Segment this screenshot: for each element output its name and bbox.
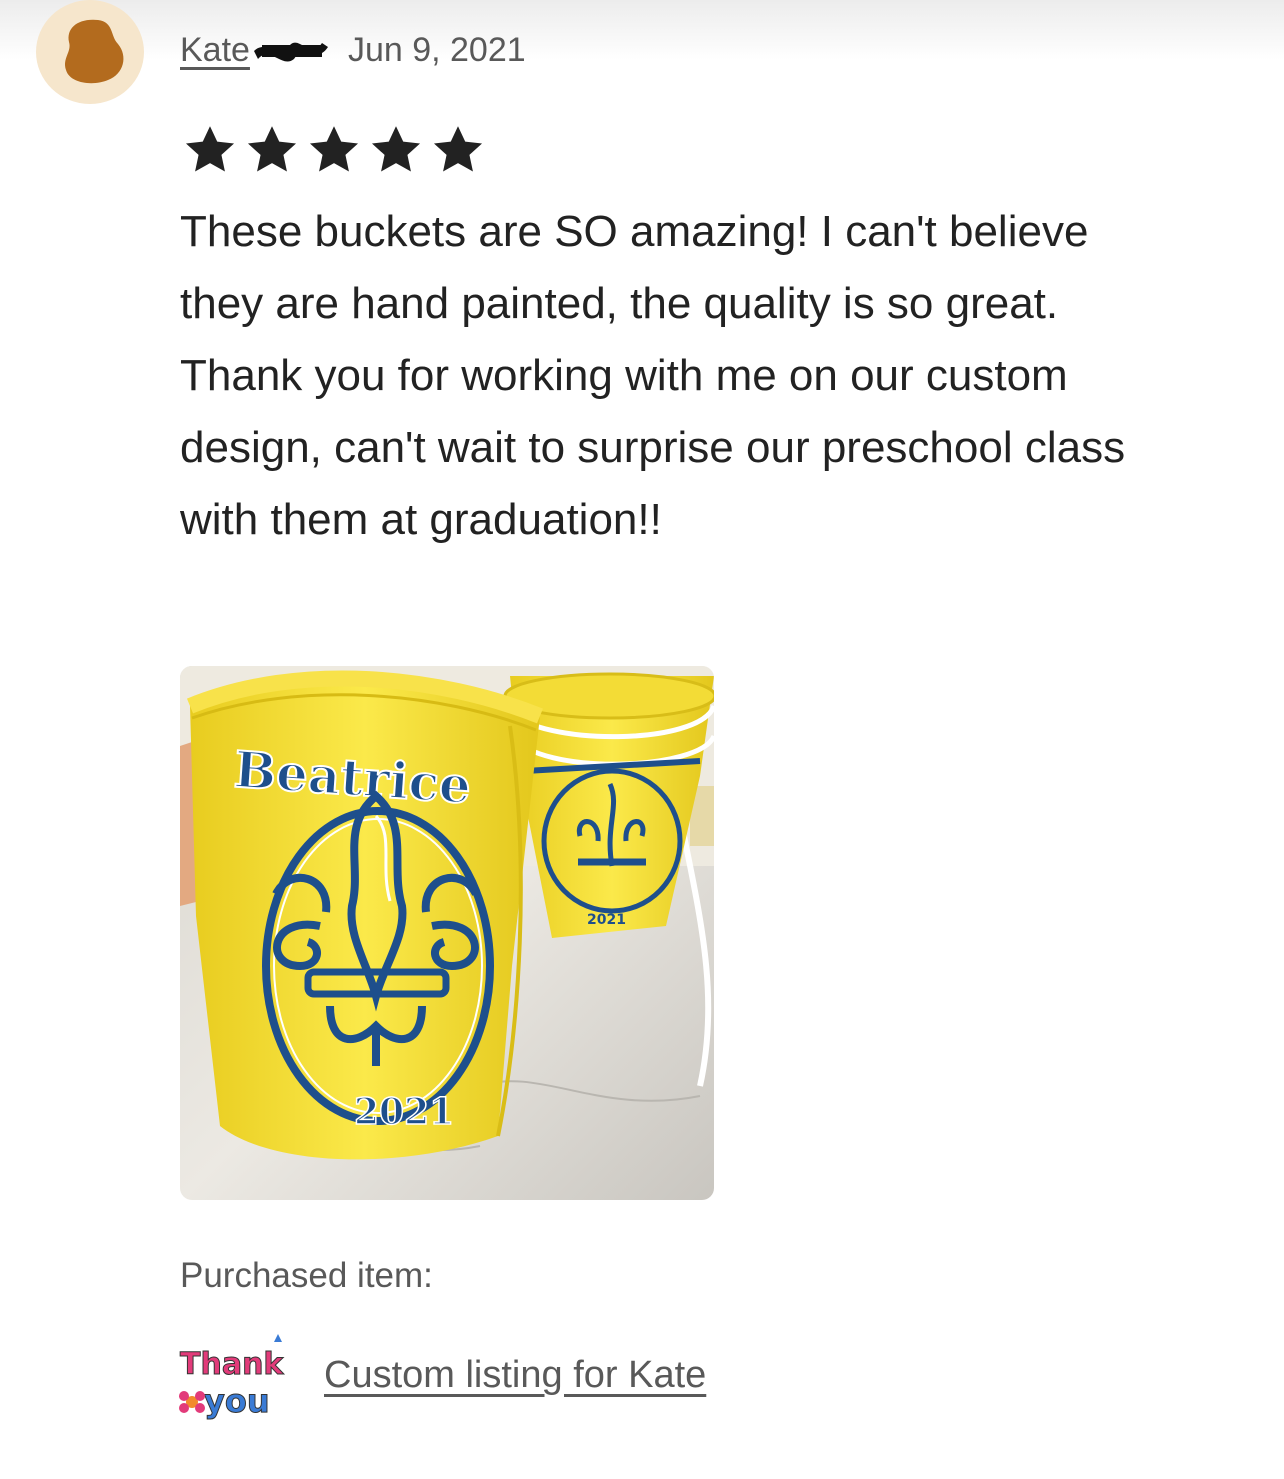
reviewer-name-link[interactable]: Kate — [180, 31, 250, 70]
purchased-item-label: Purchased item: — [180, 1256, 433, 1295]
custom-listing-link[interactable]: Custom listing for Kate — [324, 1354, 706, 1397]
thumb-text-1: Thank — [180, 1347, 284, 1382]
avatar-icon — [65, 19, 124, 84]
bucket-year-text: 2021 — [354, 1091, 454, 1133]
back-bucket-year: 2021 — [587, 912, 626, 928]
star-icon — [371, 126, 421, 172]
thank-you-thumbnail: Thank you — [178, 1326, 290, 1434]
bucket-photo: 2021 Beatrice 2021 — [180, 666, 714, 1200]
thumb-text-2: you — [204, 1382, 270, 1420]
review-date: Jun 9, 2021 — [347, 30, 526, 69]
star-icon — [433, 126, 483, 172]
redaction-scribble — [253, 42, 328, 62]
star-icon — [309, 126, 359, 172]
review-header: Kate Jun 9, 2021 — [180, 28, 526, 72]
review-text: These buckets are SO amazing! I can't be… — [180, 207, 1126, 544]
review-photo[interactable]: 2021 Beatrice 2021 — [180, 666, 714, 1200]
star-rating — [180, 122, 488, 178]
star-icon — [185, 126, 235, 172]
avatar[interactable] — [36, 0, 144, 104]
listing-thumbnail[interactable]: Thank you — [178, 1326, 290, 1434]
star-icon — [247, 126, 297, 172]
